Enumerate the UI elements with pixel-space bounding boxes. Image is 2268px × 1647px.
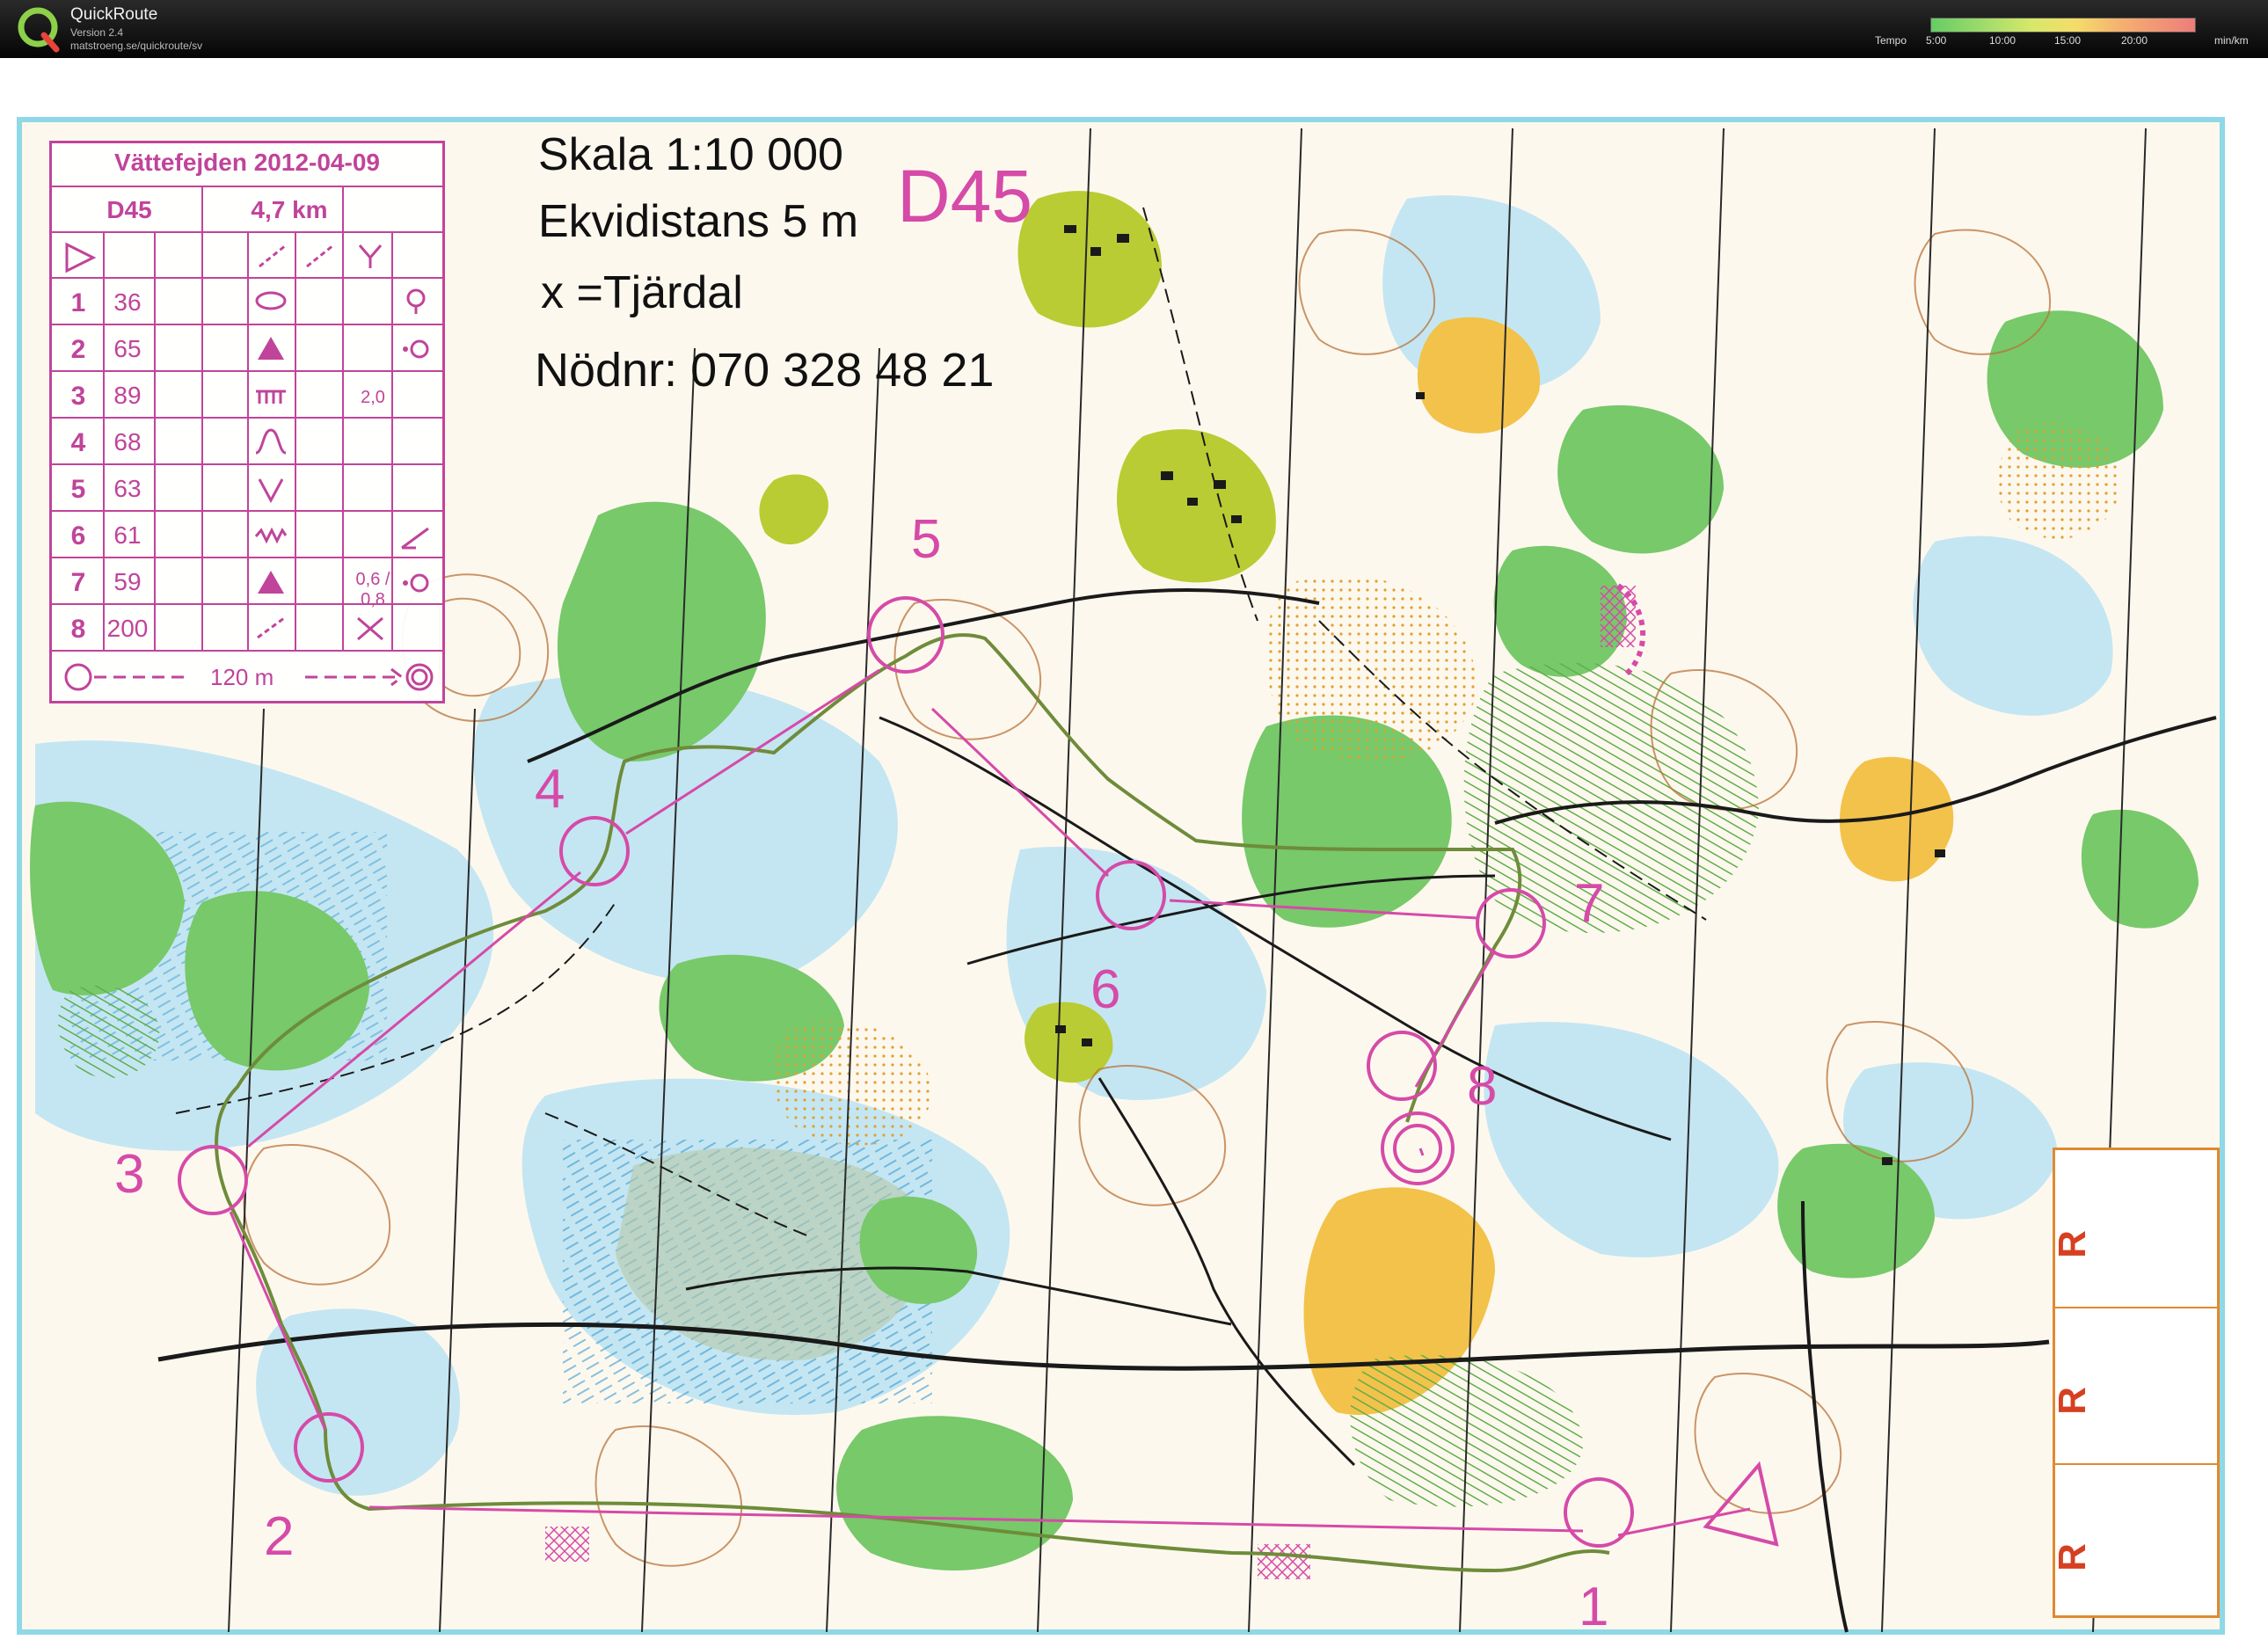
class-label: D45 xyxy=(897,155,1033,237)
card-event-title: Vättefejden 2012-04-09 xyxy=(114,149,380,176)
start-symbol-icon xyxy=(65,242,97,273)
r-marker-panel: R R R xyxy=(2050,1148,2220,1618)
row-control-number: 5 xyxy=(70,475,86,504)
row-control-code: 200 xyxy=(106,615,149,642)
row-control-number: 4 xyxy=(70,428,86,457)
out-of-bounds-area xyxy=(545,1527,589,1562)
tempo-tick: 20:00 xyxy=(2121,34,2148,47)
control-number-1: 1 xyxy=(1579,1577,1609,1637)
app-version: Version 2.4 xyxy=(70,26,124,39)
app-name: QuickRoute xyxy=(70,5,158,24)
emergency-number: Nödnr: 070 328 48 21 xyxy=(535,344,995,397)
tempo-tick: 5:00 xyxy=(1926,34,1947,47)
row-control-number: 2 xyxy=(70,335,86,364)
control-number-8: 8 xyxy=(1467,1056,1498,1117)
quickroute-logo-icon xyxy=(18,7,60,53)
control-number-2: 2 xyxy=(264,1506,295,1567)
contour-interval-text: Ekvidistans 5 m xyxy=(538,196,859,247)
row-control-code: 63 xyxy=(113,475,142,502)
feature-header-icon xyxy=(259,244,287,268)
tempo-unit: min/km xyxy=(2214,34,2249,47)
gully-icon xyxy=(258,478,284,504)
tempo-label: Tempo xyxy=(1875,34,1907,47)
cross-icon xyxy=(357,616,383,641)
row-control-code: 89 xyxy=(113,382,142,409)
card-length: 4,7 km xyxy=(251,196,328,223)
row-control-number: 7 xyxy=(70,568,86,597)
r-marker-letter: R xyxy=(2050,1543,2094,1571)
hill-spur-icon xyxy=(255,428,287,455)
row-dimension: 2,0 xyxy=(361,388,385,407)
r-marker-letter: R xyxy=(2050,1230,2094,1258)
out-of-bounds-area xyxy=(1258,1544,1310,1579)
crossing-icon xyxy=(257,616,285,639)
row-control-code: 59 xyxy=(113,568,142,595)
row-dimension: 0,6 / 0,8 xyxy=(355,570,390,609)
control-number-5: 5 xyxy=(911,509,942,570)
app-header-bar: QuickRoute Version 2.4 matstroeng.se/qui… xyxy=(0,0,2268,58)
control-number-6: 6 xyxy=(1090,959,1121,1020)
position-icon xyxy=(401,527,429,550)
row-control-code: 68 xyxy=(113,428,142,455)
row-control-code: 36 xyxy=(113,288,142,316)
feature-header-icon xyxy=(358,244,383,268)
triangle-boulder-icon xyxy=(258,337,284,360)
row-control-number: 3 xyxy=(70,382,86,411)
app-url: matstroeng.se/quickroute/sv xyxy=(70,40,203,52)
tempo-tick: 10:00 xyxy=(1989,34,2016,47)
row-control-code: 65 xyxy=(113,335,142,362)
tempo-tick: 15:00 xyxy=(2054,34,2082,47)
control-number-4: 4 xyxy=(535,759,565,820)
legend-note: x =Tjärdal xyxy=(541,267,743,318)
control-number-7: 7 xyxy=(1574,873,1605,934)
row-control-code: 61 xyxy=(113,521,142,549)
ellipse-feature-icon xyxy=(255,291,287,310)
position-icon xyxy=(406,288,426,314)
triangle-boulder-icon xyxy=(258,571,284,594)
control-number-3: 3 xyxy=(114,1144,145,1205)
fence-icon xyxy=(256,390,286,404)
row-control-number: 6 xyxy=(70,521,86,550)
stony-ground-icon xyxy=(254,527,288,544)
r-marker-letter: R xyxy=(2050,1387,2094,1415)
row-control-number: 8 xyxy=(70,615,86,644)
tempo-color-scale xyxy=(1930,18,2196,33)
position-icon xyxy=(403,339,429,359)
feature-header-icon xyxy=(306,244,334,268)
card-class: D45 xyxy=(106,196,152,223)
row-control-number: 1 xyxy=(70,288,86,317)
control-description-card: Vättefejden 2012-04-09 D45 4,7 km 1 36 2… xyxy=(49,141,445,703)
map-scale-text: Skala 1:10 000 xyxy=(538,129,843,180)
finish-distance: 120 m xyxy=(210,664,274,690)
position-icon xyxy=(403,573,429,593)
